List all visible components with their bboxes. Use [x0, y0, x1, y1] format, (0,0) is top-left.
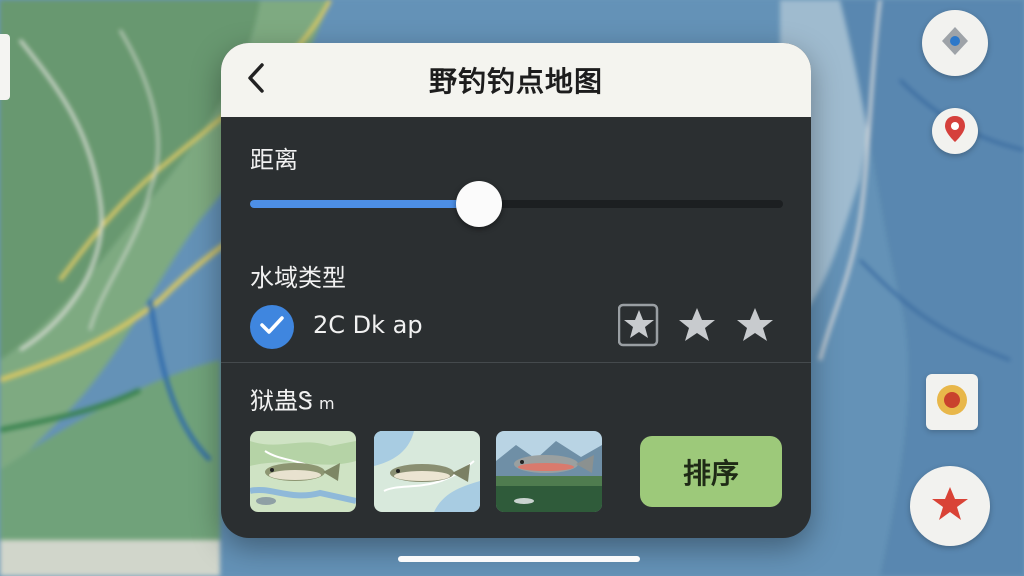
species-label: 狱蛊Ꮥ m	[250, 381, 335, 416]
fishing-map-dialog: 野钓钓点地图 距离 水域类型 2C Dk ap 狱蛊Ꮥ m 排序	[221, 43, 811, 538]
distance-slider[interactable]	[250, 181, 783, 227]
side-tab[interactable]	[0, 34, 10, 100]
star-marker-icon	[930, 484, 970, 528]
map-pin-button[interactable]	[932, 108, 978, 154]
species-label-text: 狱蛊Ꮥ	[250, 387, 313, 415]
fish-thumbnail-1[interactable]	[250, 431, 356, 512]
dialog-header: 野钓钓点地图	[221, 43, 811, 117]
marker-icon	[935, 383, 969, 421]
back-button[interactable]	[239, 63, 273, 97]
distance-label: 距离	[250, 146, 298, 174]
distance-slider-fill	[250, 200, 479, 208]
page-title: 野钓钓点地图	[428, 65, 603, 98]
rating-stars[interactable]	[618, 302, 776, 348]
distance-slider-thumb[interactable]	[456, 181, 502, 227]
star-icon[interactable]	[618, 302, 660, 348]
section-divider	[221, 362, 811, 363]
favorite-spot-button[interactable]	[910, 466, 990, 546]
location-icon	[938, 24, 972, 62]
check-icon	[259, 314, 285, 340]
fish-thumbnail-3[interactable]	[496, 431, 602, 512]
layer-button[interactable]	[926, 374, 978, 430]
star-icon[interactable]	[734, 302, 776, 348]
location-button[interactable]	[922, 10, 988, 76]
star-icon[interactable]	[676, 302, 718, 348]
water-type-option-text: 2C Dk ap	[313, 311, 423, 339]
species-unit: m	[318, 394, 335, 413]
map-pin-icon	[944, 115, 966, 147]
water-type-checkbox[interactable]	[250, 305, 294, 349]
back-arrow-icon	[245, 62, 267, 98]
water-type-label: 水域类型	[250, 264, 346, 292]
sort-button[interactable]: 排序	[640, 436, 782, 507]
home-indicator[interactable]	[398, 556, 640, 562]
fish-thumbnail-2[interactable]	[374, 431, 480, 512]
